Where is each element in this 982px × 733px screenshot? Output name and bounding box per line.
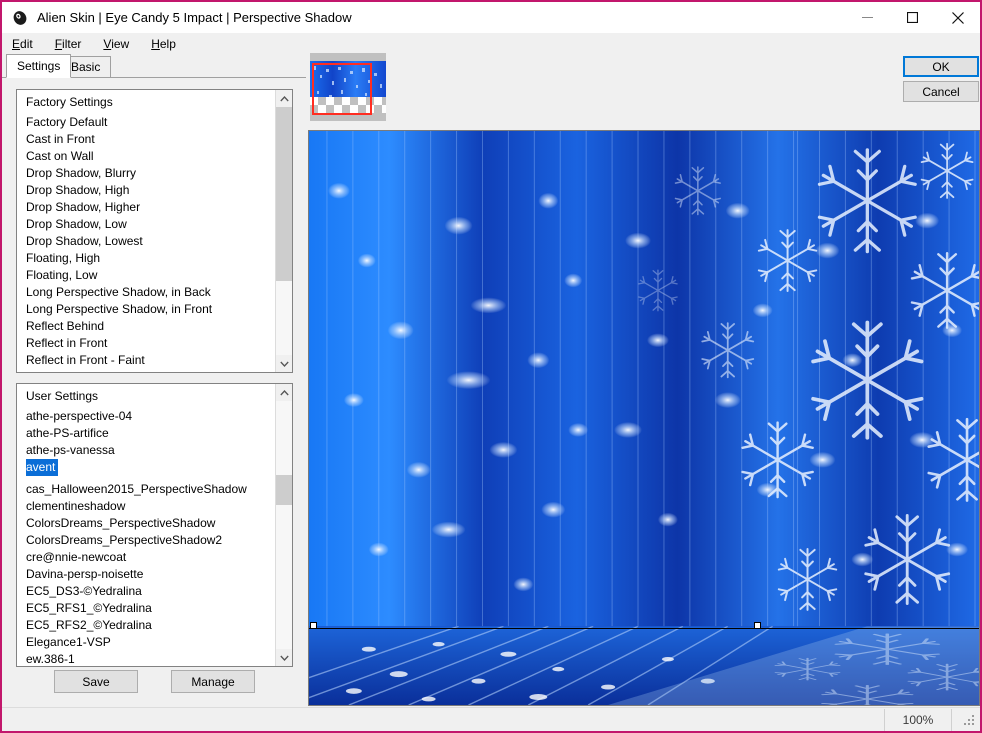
user-setting-item[interactable]: Davina-persp-noisette [17,566,275,583]
menu-filter[interactable]: Filter [53,35,92,53]
tab-strip: Settings Basic [2,54,302,78]
user-setting-item[interactable]: cre@nnie-newcoat [17,549,275,566]
menu-edit[interactable]: Edit [10,35,43,53]
factory-settings-items: Factory Settings Factory Default Cast in … [17,90,275,372]
scroll-down-icon[interactable] [276,355,292,372]
zoom-level-indicator: 100% [884,708,952,731]
minimize-button[interactable] [845,2,890,33]
user-setting-item[interactable]: athe-perspective-04 [17,408,275,425]
menu-mnemonic: E [12,36,21,51]
image-preview-canvas[interactable] [308,130,980,706]
user-list-scrollbar[interactable] [275,384,292,666]
user-setting-item[interactable]: athe-PS-artifice [17,425,275,442]
user-setting-item[interactable]: ColorsDreams_PerspectiveShadow2 [17,532,275,549]
factory-setting-item[interactable]: Reflect Behind [17,318,275,335]
user-setting-item[interactable]: EC5_RFS2_©Yedralina [17,617,275,634]
user-setting-item[interactable]: athe-ps-vanessa [17,442,275,459]
user-setting-item[interactable]: clementineshadow [17,498,275,515]
user-setting-item[interactable]: ColorsDreams_PerspectiveShadow [17,515,275,532]
user-setting-item[interactable]: EC5_RFS1_©Yedralina [17,600,275,617]
factory-setting-item[interactable]: Cast in Front [17,131,275,148]
manage-button[interactable]: Manage [171,670,255,693]
preview-panel: Preview Background: None OK Cancel [306,50,980,707]
window-controls [845,2,980,33]
horizon-handle-left[interactable] [310,622,317,629]
user-setting-item[interactable]: avent [17,459,275,481]
window-title: Alien Skin | Eye Candy 5 Impact | Perspe… [37,10,352,25]
user-setting-item[interactable]: cas_Halloween2015_PerspectiveShadow [17,481,275,498]
user-setting-item[interactable]: EC5_DS3-©Yedralina [17,583,275,600]
save-button[interactable]: Save [54,670,138,693]
menu-mnemonic: F [54,36,63,51]
ok-button[interactable]: OK [903,56,979,77]
scroll-up-icon[interactable] [276,384,292,401]
resize-grip-icon[interactable] [962,713,976,727]
factory-scroll-thumb[interactable] [276,107,292,281]
factory-setting-item[interactable]: Drop Shadow, Lowest [17,233,275,250]
user-scroll-track[interactable] [276,401,292,649]
factory-setting-item[interactable]: Drop Shadow, Higher [17,199,275,216]
menu-view[interactable]: View [101,35,139,53]
factory-settings-header: Factory Settings [26,95,113,109]
factory-setting-item[interactable]: Drop Shadow, Low [17,216,275,233]
factory-list-scrollbar[interactable] [275,90,292,372]
factory-setting-item[interactable]: Reflect in Front - Faint [17,352,275,369]
preview-artwork [309,131,979,705]
user-settings-header: User Settings [26,389,99,403]
menu-mnemonic: V [103,36,112,51]
navigator-thumbnail[interactable] [310,53,386,121]
settings-panel: Factory Settings Factory Default Cast in … [2,77,306,707]
factory-setting-item[interactable]: Long Perspective Shadow, in Front [17,301,275,318]
user-setting-item[interactable]: ew.386-1 [17,651,275,666]
factory-setting-item[interactable]: Floating, Low [17,267,275,284]
close-button[interactable] [935,2,980,33]
factory-setting-item[interactable]: Long Perspective Shadow, in Back [17,284,275,301]
horizon-control-line[interactable] [309,628,979,629]
user-setting-item[interactable]: Elegance1-VSP [17,634,275,651]
cancel-button[interactable]: Cancel [903,81,979,102]
user-scroll-thumb[interactable] [276,475,292,505]
navigator-viewport-rect[interactable] [312,63,372,115]
factory-setting-item[interactable]: Cast on Wall [17,148,275,165]
tab-settings[interactable]: Settings [6,54,72,78]
factory-scroll-track[interactable] [276,107,292,355]
factory-setting-item[interactable]: Factory Default [17,114,275,131]
factory-settings-list[interactable]: Factory Settings Factory Default Cast in … [16,89,293,373]
factory-setting-item[interactable]: Reflect in Front [17,335,275,352]
title-bar: Alien Skin | Eye Candy 5 Impact | Perspe… [2,2,980,33]
user-setting-item-selected[interactable]: avent [26,459,59,476]
scroll-down-icon[interactable] [276,649,292,666]
application-window: Alien Skin | Eye Candy 5 Impact | Perspe… [0,0,982,733]
factory-setting-item[interactable]: Drop Shadow, Blurry [17,165,275,182]
scroll-up-icon[interactable] [276,90,292,107]
maximize-button[interactable] [890,2,935,33]
user-settings-items: User Settings athe-perspective-04 athe-PS… [17,384,275,666]
status-bar: 100% [2,707,980,731]
user-settings-list[interactable]: User Settings athe-perspective-04 athe-PS… [16,383,293,667]
factory-setting-item[interactable]: Drop Shadow, High [17,182,275,199]
factory-setting-item[interactable]: Floating, High [17,250,275,267]
menu-help[interactable]: Help [149,35,186,53]
menu-mnemonic: H [151,36,160,51]
alien-skin-icon [12,10,28,26]
horizon-handle-right[interactable] [754,622,761,629]
